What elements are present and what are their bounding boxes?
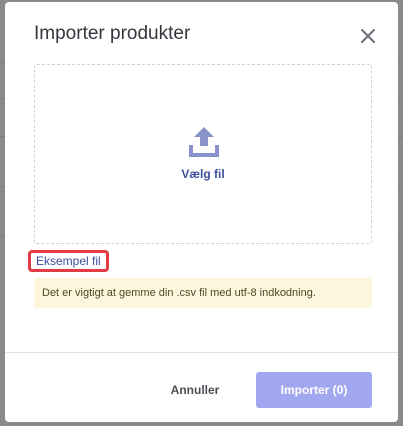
cancel-button[interactable]: Annuller <box>155 372 235 408</box>
import-button[interactable]: Importer (0) <box>256 372 372 408</box>
close-button[interactable] <box>356 24 380 48</box>
close-icon <box>361 29 375 43</box>
encoding-notice: Det er vigtigt at gemme din .csv fil med… <box>34 278 372 308</box>
dialog-footer: Annuller Importer (0) <box>5 352 398 422</box>
choose-file-label: Vælg fil <box>181 167 225 181</box>
upload-icon <box>189 127 219 157</box>
dialog-title: Importer produkter <box>34 23 191 44</box>
import-products-dialog: Importer produkter Vælg fil Eksempel fil… <box>5 2 398 422</box>
dialog-header: Importer produkter <box>5 2 398 64</box>
sample-file-link[interactable]: Eksempel fil <box>28 250 109 272</box>
file-dropzone[interactable]: Vælg fil <box>34 64 372 244</box>
